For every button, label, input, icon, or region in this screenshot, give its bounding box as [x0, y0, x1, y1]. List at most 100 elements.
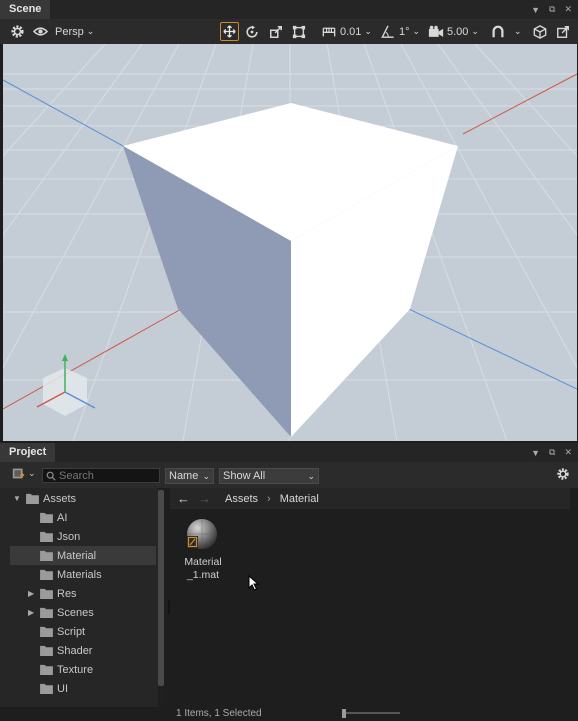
- tree-item-label: UI: [57, 682, 68, 695]
- expand-arrow-icon[interactable]: ▼: [13, 494, 21, 503]
- panel-restore-icon[interactable]: ⧉: [549, 4, 555, 15]
- asset-name-line: _1.mat: [186, 569, 220, 581]
- expand-arrow-icon[interactable]: ▶: [28, 608, 34, 617]
- zoom-slider-thumb[interactable]: [342, 709, 346, 718]
- chevron-down-icon: ⌄: [364, 26, 372, 36]
- panel-restore-icon[interactable]: ⧉: [549, 447, 555, 458]
- tree-scrollbar[interactable]: [158, 488, 165, 707]
- folder-icon: [40, 550, 53, 561]
- cube-view-icon[interactable]: [533, 22, 547, 41]
- scene-tab[interactable]: Scene: [0, 0, 51, 19]
- scrollbar-thumb[interactable]: [158, 490, 164, 686]
- folder-tree: ▼ Assets AI Json Material Materials ▶ Re…: [0, 488, 158, 707]
- folder-icon: [26, 493, 39, 504]
- folder-icon: [40, 569, 53, 580]
- panel-menu-icon[interactable]: ▼: [531, 448, 540, 458]
- gear-icon[interactable]: [10, 22, 25, 41]
- settings-gear-icon[interactable]: [556, 467, 570, 484]
- back-arrow-icon[interactable]: ←: [177, 491, 190, 506]
- chevron-down-icon: ⌄: [202, 471, 210, 481]
- asset-name: Material _1.mat: [178, 556, 228, 582]
- ruler-icon: [322, 27, 336, 37]
- breadcrumb: ← → Assets › Material: [170, 488, 570, 509]
- search-input[interactable]: [59, 469, 154, 482]
- camera-icon: [428, 25, 444, 37]
- magnet-icon[interactable]: [491, 22, 505, 41]
- tree-item-label: Scenes: [57, 606, 94, 619]
- sort-label: Name: [169, 470, 199, 482]
- rotate-tool-icon[interactable]: [245, 22, 259, 41]
- tree-item-res[interactable]: ▶ Res: [10, 584, 156, 603]
- folder-icon: [40, 664, 53, 675]
- project-toolbar: ⌄ Name ⌄ Show All ⌄: [0, 462, 578, 488]
- snap-rotate-value: 1°: [399, 25, 410, 38]
- chevron-down-icon: ⌄: [307, 471, 315, 481]
- create-asset-icon: [12, 468, 25, 479]
- camera-mode-dropdown[interactable]: Persp ⌄: [55, 22, 94, 41]
- tree-item-ai[interactable]: AI: [10, 508, 156, 527]
- snap-move-value: 0.01: [340, 25, 362, 38]
- tree-item-label: Shader: [57, 644, 93, 657]
- chevron-down-icon: ⌄: [86, 26, 95, 36]
- tree-item-label: Texture: [57, 663, 94, 676]
- rect-tool-icon[interactable]: [292, 22, 306, 41]
- tree-item-script[interactable]: Script: [10, 622, 156, 641]
- snap-rotate-dropdown[interactable]: 1° ⌄: [381, 22, 420, 41]
- maximize-icon[interactable]: [556, 22, 570, 41]
- tree-item-material[interactable]: Material: [10, 546, 156, 565]
- breadcrumb-assets[interactable]: Assets: [225, 493, 258, 505]
- search-box[interactable]: [42, 468, 160, 483]
- filter-dropdown[interactable]: Show All ⌄: [219, 468, 319, 484]
- filter-label: Show All: [223, 470, 266, 482]
- tree-item-scenes[interactable]: ▶ Scenes: [10, 603, 156, 622]
- chevron-down-icon: ⌄: [471, 26, 479, 36]
- scale-tool-icon[interactable]: [269, 22, 283, 41]
- tree-item-ui[interactable]: UI: [10, 679, 156, 698]
- camera-speed-value: 5.00: [447, 25, 469, 38]
- panel-menu-icon[interactable]: ▼: [531, 5, 540, 15]
- folder-icon: [40, 683, 53, 694]
- tree-item-label: AI: [57, 511, 68, 524]
- folder-icon: [40, 607, 53, 618]
- asset-item[interactable]: Material _1.mat: [178, 518, 228, 582]
- tree-item-assets[interactable]: ▼ Assets: [10, 489, 156, 508]
- panel-close-icon[interactable]: ✕: [564, 4, 572, 15]
- chevron-down-icon: ⌄: [28, 468, 36, 478]
- visibility-icon[interactable]: [33, 22, 48, 41]
- tree-item-label: Script: [57, 625, 86, 638]
- asset-name-line: Material: [184, 556, 222, 568]
- project-panel-header: Project ▼ ⧉ ✕: [0, 443, 578, 462]
- move-tool-icon[interactable]: [220, 22, 239, 41]
- chevron-down-icon: ⌄: [412, 26, 421, 36]
- forward-arrow-icon[interactable]: →: [198, 491, 211, 506]
- chevron-down-icon[interactable]: ⌄: [514, 22, 522, 41]
- folder-icon: [40, 645, 53, 656]
- camera-mode-label: Persp: [55, 25, 84, 38]
- zoom-slider[interactable]: [342, 709, 400, 718]
- tree-item-json[interactable]: Json: [10, 527, 156, 546]
- folder-icon: [40, 531, 53, 542]
- angle-icon: [381, 25, 394, 38]
- snap-move-dropdown[interactable]: 0.01 ⌄: [322, 22, 372, 41]
- scene-toolbar: Persp ⌄ 0.01 ⌄ 1° ⌄ 5.00 ⌄ ⌄: [0, 19, 578, 44]
- tree-item-shader[interactable]: Shader: [10, 641, 156, 660]
- tree-item-texture[interactable]: Texture: [10, 660, 156, 679]
- tree-item-materials[interactable]: Materials: [10, 565, 156, 584]
- expand-arrow-icon[interactable]: ▶: [28, 589, 34, 598]
- project-tab[interactable]: Project: [0, 443, 56, 462]
- scene-panel-header: Scene ▼ ⧉ ✕: [0, 0, 578, 19]
- breadcrumb-material[interactable]: Material: [280, 493, 319, 505]
- asset-browser: ← → Assets › Material Material _1.mat: [170, 488, 577, 707]
- material-sphere-icon: [187, 519, 217, 549]
- camera-speed-dropdown[interactable]: 5.00 ⌄: [428, 22, 479, 41]
- create-dropdown[interactable]: ⌄: [12, 467, 36, 480]
- folder-icon: [40, 626, 53, 637]
- tree-item-label: Res: [57, 587, 77, 600]
- tree-item-label: Materials: [57, 568, 102, 581]
- sort-dropdown[interactable]: Name ⌄: [165, 468, 214, 484]
- scene-viewport[interactable]: [3, 44, 577, 441]
- folder-icon: [40, 512, 53, 523]
- folder-icon: [40, 588, 53, 599]
- panel-close-icon[interactable]: ✕: [564, 447, 572, 458]
- mouse-cursor-icon: [248, 575, 259, 591]
